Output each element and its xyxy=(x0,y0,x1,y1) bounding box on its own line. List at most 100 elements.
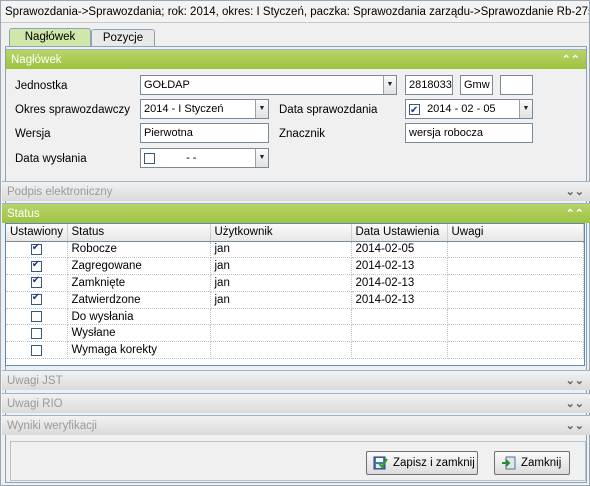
data-sprawozdania-label: Data sprawozdania xyxy=(279,104,378,116)
status-checkbox[interactable] xyxy=(30,292,42,306)
note-cell xyxy=(447,291,584,309)
expand-icon[interactable]: ⌄⌄ xyxy=(566,394,584,414)
column-header-ustawiony[interactable]: Ustawiony xyxy=(6,224,68,242)
user-cell: jan xyxy=(210,274,352,292)
okres-label: Okres sprawozdawczy xyxy=(15,104,131,116)
table-row[interactable]: Zamkniętejan2014-02-13 xyxy=(6,274,584,292)
date-cell: 2014-02-13 xyxy=(351,274,448,292)
okres-select[interactable]: 2014 - I Styczeń ▼ xyxy=(140,99,269,119)
collapse-icon[interactable]: ⌃⌃ xyxy=(562,50,580,70)
wersja-field[interactable]: Pierwotna xyxy=(140,123,269,143)
status-cell: Zagregowane xyxy=(67,257,211,276)
date-cell xyxy=(351,341,448,360)
report-window: Sprawozdania->Sprawozdania; rok: 2014, o… xyxy=(0,0,590,486)
status-checkbox[interactable] xyxy=(30,242,42,255)
user-cell: jan xyxy=(210,291,352,309)
panel-header-status[interactable]: Status ⌃⌃ xyxy=(2,203,590,223)
table-row[interactable]: Do wysłania xyxy=(6,308,584,326)
data-wyslania-picker[interactable]: - - ▼ xyxy=(140,148,269,168)
status-checkbox[interactable] xyxy=(30,311,42,323)
status-cell: Do wysłania xyxy=(67,308,211,326)
table-row[interactable]: Zatwierdzonejan2014-02-13 xyxy=(6,291,584,309)
unit-code-field[interactable]: 2818033 xyxy=(405,75,453,95)
save-icon xyxy=(373,456,388,470)
data-wyslania-label: Data wysłania xyxy=(15,153,87,165)
panel-header-podpis[interactable]: Podpis elektroniczny ⌄⌄ xyxy=(2,181,590,201)
status-checkbox[interactable] xyxy=(30,344,42,356)
date-cell: 2014-02-13 xyxy=(351,291,448,309)
ustawiony-cell xyxy=(6,291,68,309)
data-wyslania-value: - - xyxy=(186,152,197,164)
expand-icon[interactable]: ⌄⌄ xyxy=(566,416,584,436)
date-cell xyxy=(351,324,448,343)
column-header-status[interactable]: Status xyxy=(67,224,211,242)
ustawiony-cell xyxy=(6,241,68,259)
panel-header-wyniki[interactable]: Wyniki weryfikacji ⌄⌄ xyxy=(2,415,590,435)
okres-value: 2014 - I Styczeń xyxy=(144,103,224,115)
window-title: Sprawozdania->Sprawozdania; rok: 2014, o… xyxy=(1,1,589,23)
calendar-dropdown-icon[interactable]: ▼ xyxy=(255,149,268,167)
table-row[interactable]: Wysłane xyxy=(6,324,584,343)
tab-naglowek[interactable]: Nagłówek xyxy=(9,28,91,46)
column-header-uwagi[interactable]: Uwagi xyxy=(447,224,584,242)
note-cell xyxy=(447,274,584,292)
jednostka-value: GOŁDAP xyxy=(144,79,190,91)
user-cell: jan xyxy=(210,257,352,276)
dropdown-arrow-icon[interactable]: ▼ xyxy=(255,100,268,118)
note-cell xyxy=(447,341,584,360)
panel-title-podpis: Podpis elektroniczny xyxy=(7,186,113,198)
dropdown-arrow-icon[interactable]: ▼ xyxy=(383,76,396,94)
note-cell xyxy=(447,308,584,326)
status-cell: Wysłane xyxy=(67,324,211,343)
note-cell xyxy=(447,324,584,343)
calendar-dropdown-icon[interactable]: ▼ xyxy=(519,100,532,118)
user-cell: jan xyxy=(210,241,352,259)
date-enabled-checkbox[interactable] xyxy=(409,102,420,118)
user-cell xyxy=(210,324,352,343)
close-label: Zamknij xyxy=(521,457,562,469)
table-row[interactable]: Zagregowanejan2014-02-13 xyxy=(6,257,584,276)
status-checkbox[interactable] xyxy=(30,275,42,289)
znacznik-label: Znacznik xyxy=(279,128,326,140)
status-table: Ustawiony Status Użytkownik Data Ustawie… xyxy=(5,223,585,366)
table-row[interactable]: Wymaga korekty xyxy=(6,341,584,360)
unit-extra-field[interactable] xyxy=(500,75,533,95)
expand-icon[interactable]: ⌄⌄ xyxy=(566,371,584,391)
panel-title-uwagi-jst: Uwagi JST xyxy=(7,375,63,387)
ustawiony-cell xyxy=(6,274,68,292)
table-row[interactable]: Roboczejan2014-02-05 xyxy=(6,241,584,259)
ustawiony-cell xyxy=(6,257,68,276)
znacznik-field[interactable]: wersja robocza xyxy=(405,123,533,143)
unit-code-value: 2818033 xyxy=(409,79,452,91)
panel-header-naglowek[interactable]: Nagłówek ⌃⌃ xyxy=(6,49,586,69)
data-sprawozdania-picker[interactable]: 2014 - 02 - 05 ▼ xyxy=(405,99,533,119)
column-header-uzytkownik[interactable]: Użytkownik xyxy=(210,224,352,242)
unit-type-value: Gmw xyxy=(464,79,490,91)
date-sent-checkbox[interactable] xyxy=(144,152,155,164)
jednostka-select[interactable]: GOŁDAP ▼ xyxy=(140,75,397,95)
user-cell xyxy=(210,308,352,326)
save-and-close-button[interactable]: Zapisz i zamknij xyxy=(366,451,478,475)
wersja-value: Pierwotna xyxy=(144,127,193,139)
status-checkbox[interactable] xyxy=(30,259,42,272)
panel-header-uwagi-rio[interactable]: Uwagi RIO ⌄⌄ xyxy=(2,393,590,413)
panel-title-uwagi-rio: Uwagi RIO xyxy=(7,398,63,410)
status-cell: Wymaga korekty xyxy=(67,341,211,360)
collapse-icon[interactable]: ⌃⌃ xyxy=(566,204,584,224)
user-cell xyxy=(210,341,352,360)
column-header-data-ustawienia[interactable]: Data Ustawienia xyxy=(351,224,448,242)
data-sprawozdania-value: 2014 - 02 - 05 xyxy=(427,103,496,115)
status-checkbox[interactable] xyxy=(30,327,42,339)
wersja-label: Wersja xyxy=(15,128,51,140)
status-cell: Zatwierdzone xyxy=(67,291,211,309)
unit-type-field[interactable]: Gmw xyxy=(460,75,493,95)
ustawiony-cell xyxy=(6,308,68,326)
expand-icon[interactable]: ⌄⌄ xyxy=(566,182,584,202)
status-cell: Zamknięte xyxy=(67,274,211,292)
save-and-close-label: Zapisz i zamknij xyxy=(393,457,475,469)
tab-pozycje[interactable]: Pozycje xyxy=(91,29,155,46)
close-button[interactable]: Zamknij xyxy=(494,451,570,475)
note-cell xyxy=(447,241,584,259)
panel-header-uwagi-jst[interactable]: Uwagi JST ⌄⌄ xyxy=(2,370,590,390)
note-cell xyxy=(447,257,584,276)
